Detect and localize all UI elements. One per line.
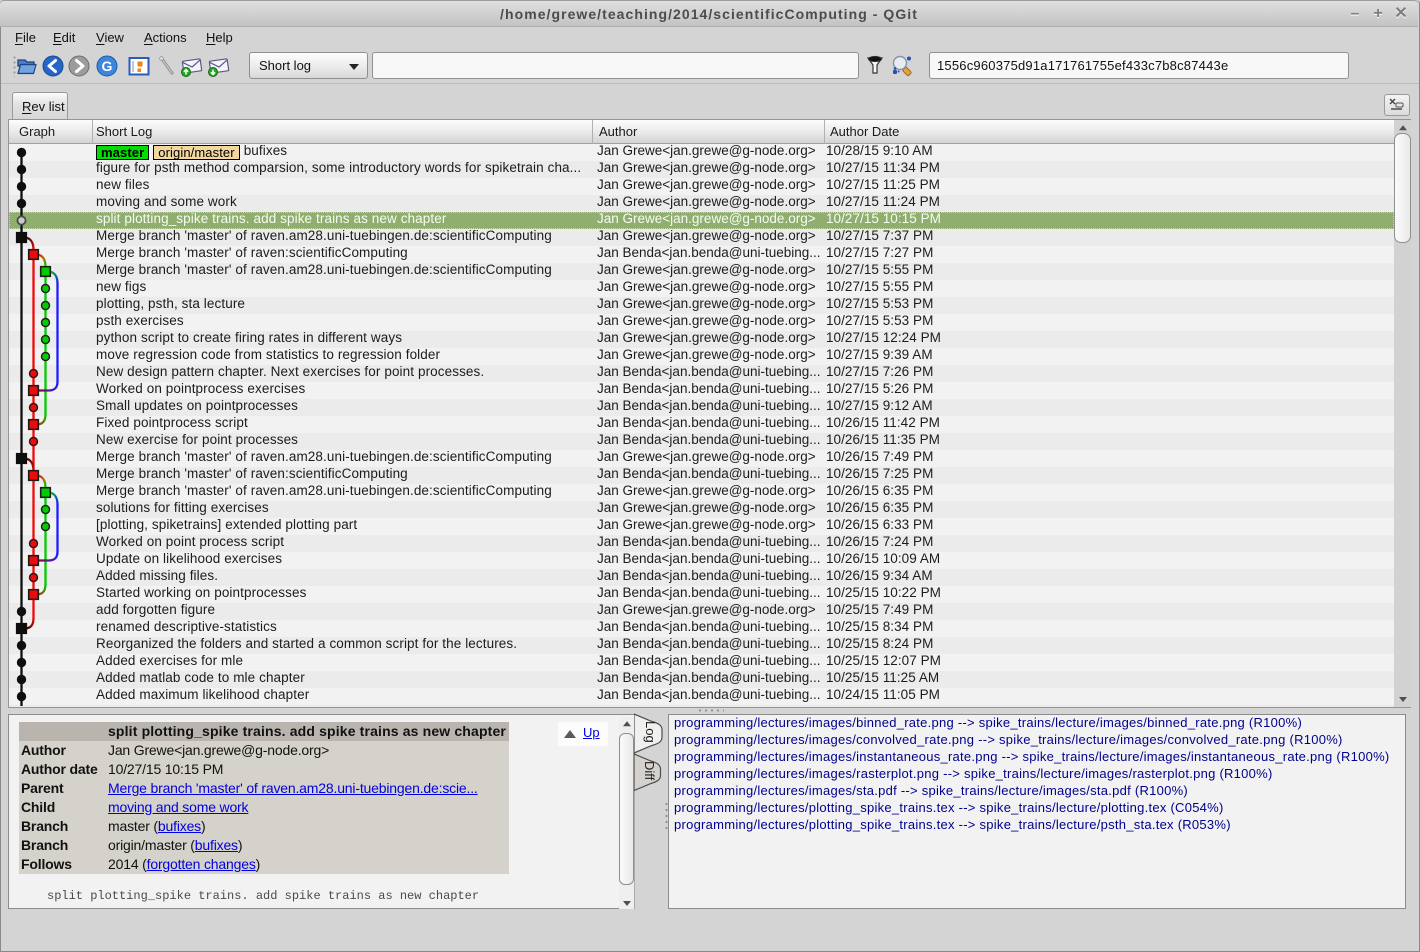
svg-text:G: G (102, 58, 113, 74)
